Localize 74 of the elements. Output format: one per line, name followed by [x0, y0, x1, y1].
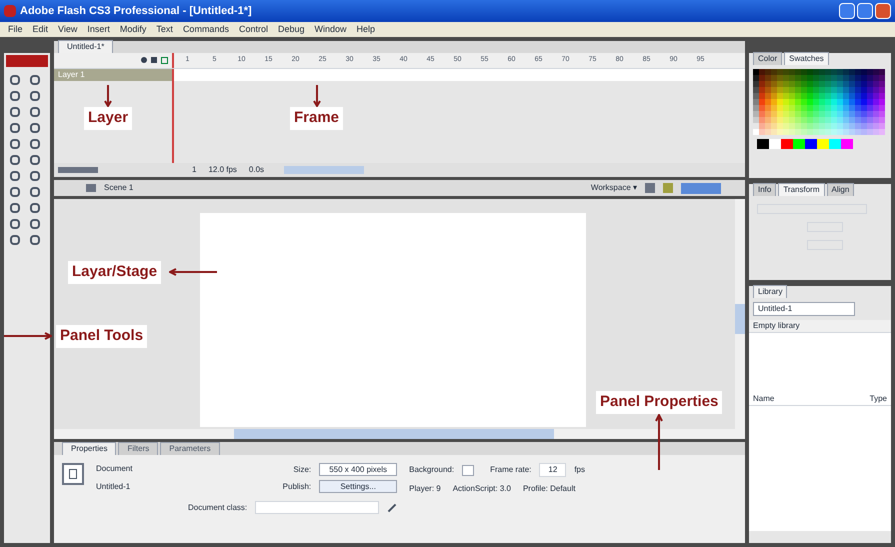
menu-item[interactable]: Window: [314, 22, 347, 36]
properties-tab[interactable]: Parameters: [160, 442, 220, 455]
vertical-scrollbar[interactable]: [735, 199, 745, 439]
fps-label: fps: [574, 464, 585, 476]
library-tab[interactable]: Library: [753, 285, 788, 298]
window-title: Adobe Flash CS3 Professional - [Untitled-1*]: [20, 4, 252, 19]
app-icon: [4, 5, 16, 17]
eye-icon[interactable]: [141, 57, 147, 63]
menu-item[interactable]: File: [8, 22, 23, 36]
timeline-scrollbar[interactable]: [284, 166, 364, 174]
menu-item[interactable]: Text: [156, 22, 173, 36]
close-button[interactable]: [875, 3, 891, 19]
properties-tab[interactable]: Filters: [118, 442, 158, 455]
right-arrow: [4, 332, 52, 340]
annotation-label: Panel Properties: [596, 391, 722, 414]
library-preview-label: Empty library: [749, 320, 891, 333]
column-header[interactable]: Type: [870, 393, 887, 405]
background-swatch[interactable]: [462, 464, 474, 476]
maximize-button[interactable]: [857, 3, 873, 19]
publish-label: Publish:: [282, 480, 312, 492]
document-class-field[interactable]: [255, 501, 380, 514]
size-button[interactable]: 550 x 400 pixels: [319, 463, 398, 476]
tools-header: [6, 55, 48, 67]
layer-name: Layer 1: [58, 69, 85, 81]
menu-item[interactable]: Insert: [87, 22, 110, 36]
pencil-icon[interactable]: [388, 503, 396, 512]
panel-tab[interactable]: Transform: [778, 183, 824, 196]
up-arrow: [655, 414, 664, 470]
timeline-status: 1: [192, 164, 196, 176]
down-arrow: [312, 85, 321, 107]
menu-item[interactable]: Control: [238, 22, 268, 36]
menu-item[interactable]: View: [58, 22, 78, 36]
document-tab[interactable]: Untitled-1*: [58, 40, 114, 53]
panel-tab[interactable]: Align: [826, 183, 854, 196]
size-label: Size:: [293, 464, 312, 476]
document-label: Document: [96, 463, 134, 475]
down-arrow: [104, 85, 112, 107]
document-icon: [62, 463, 84, 485]
properties-tab[interactable]: Properties: [62, 442, 116, 455]
player-version: Player: 9: [409, 483, 441, 495]
annotation-label: Panel Tools: [56, 325, 148, 348]
background-label: Background:: [409, 464, 454, 476]
menu-item[interactable]: Debug: [278, 22, 304, 36]
timeline-status: 12.0 fps: [208, 164, 237, 176]
menu-item[interactable]: Edit: [32, 22, 48, 36]
profile-label: Profile: Default: [522, 483, 576, 495]
horizontal-scrollbar[interactable]: [54, 429, 735, 439]
column-header[interactable]: Name: [753, 393, 774, 405]
outline-icon[interactable]: [161, 57, 168, 64]
document-class-label: Document class:: [188, 502, 248, 514]
workspace-button[interactable]: Workspace ▾: [590, 182, 637, 194]
document-name: Untitled-1: [96, 481, 132, 493]
timeline-status: 0.0s: [248, 164, 264, 176]
settings-button[interactable]: Settings...: [319, 480, 398, 493]
menu-item[interactable]: Help: [356, 22, 376, 36]
panel-tab[interactable]: Swatches: [784, 52, 829, 65]
frame-rate-label: Frame rate:: [490, 464, 532, 476]
zoom-field[interactable]: [681, 182, 721, 194]
scene-icon: [86, 184, 96, 192]
minimize-button[interactable]: [839, 3, 855, 19]
frame-rate-field[interactable]: 12: [539, 463, 566, 477]
panel-tab[interactable]: Info: [753, 183, 776, 196]
panel-tab[interactable]: Color: [753, 52, 782, 65]
annotation-label: Frame: [290, 107, 344, 130]
scene-label: Scene 1: [104, 182, 134, 194]
gradient-swatches-drawing[interactable]: [757, 139, 853, 149]
menu-item[interactable]: Modify: [120, 22, 146, 36]
left-arrow: [169, 268, 218, 276]
annotation-label: Layar/Stage: [68, 261, 162, 284]
menu-item[interactable]: Commands: [182, 22, 229, 36]
annotation-label: Layer: [84, 107, 132, 130]
actionscript-version: ActionScript: 3.0: [452, 483, 511, 495]
library-document-dropdown[interactable]: Untitled-1: [753, 302, 855, 316]
swatch-grid-drawing[interactable]: [753, 69, 885, 135]
